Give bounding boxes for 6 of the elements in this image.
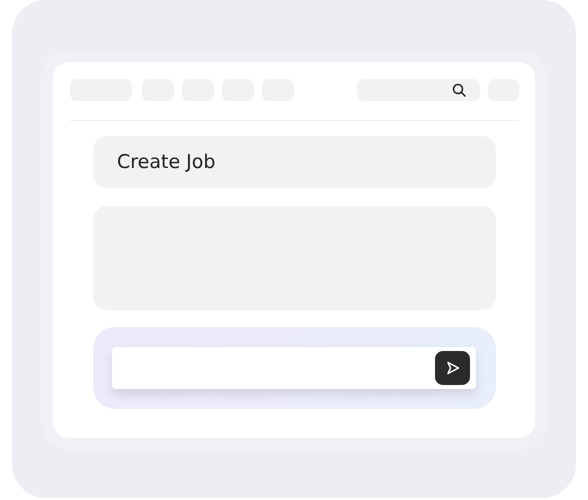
job-title: Create Job — [117, 151, 216, 173]
message-field[interactable] — [112, 347, 476, 389]
send-icon — [446, 361, 460, 375]
send-button[interactable] — [435, 351, 470, 385]
search-field[interactable] — [357, 79, 480, 101]
search-icon — [452, 83, 466, 97]
